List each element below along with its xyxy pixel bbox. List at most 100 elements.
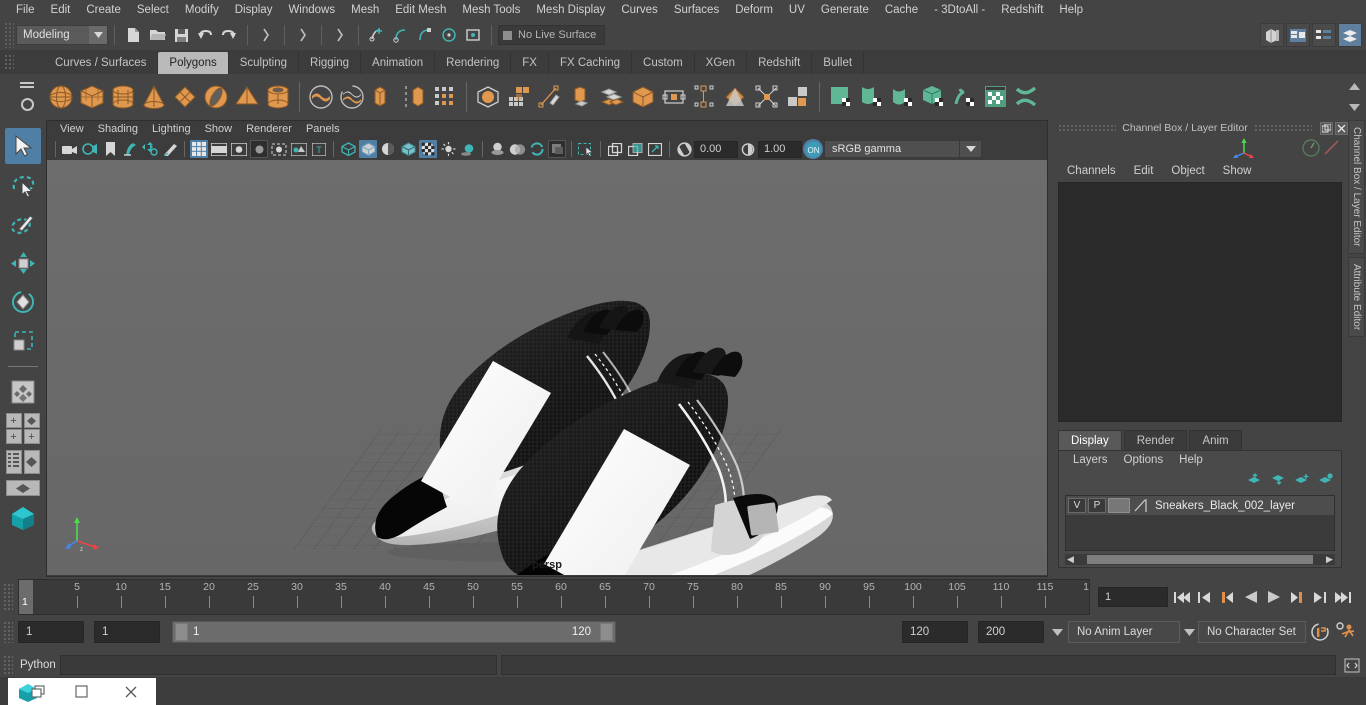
snap-to-point-icon[interactable] xyxy=(413,23,437,47)
channel-menu-object[interactable]: Object xyxy=(1162,160,1213,182)
layer-tab-display[interactable]: Display xyxy=(1058,430,1122,450)
layer-visibility-toggle[interactable]: V xyxy=(1068,498,1086,513)
channel-menu-show[interactable]: Show xyxy=(1214,160,1261,182)
poly-detach-icon[interactable] xyxy=(752,80,782,114)
shelf-tab-rendering[interactable]: Rendering xyxy=(435,52,512,74)
menu-mesh[interactable]: Mesh xyxy=(343,0,387,20)
exposure-field[interactable]: 0.00 xyxy=(694,140,738,158)
current-frame-field[interactable]: 1 xyxy=(1098,587,1168,607)
poly-reduce-icon[interactable] xyxy=(783,80,813,114)
gamma-field[interactable]: 1.00 xyxy=(758,140,802,158)
poly-pyramid-icon[interactable] xyxy=(232,80,262,114)
layer-list-horizontal-scrollbar[interactable]: ◀ ▶ xyxy=(1065,554,1335,565)
menu-cache[interactable]: Cache xyxy=(877,0,926,20)
poly-bridge-icon[interactable] xyxy=(628,80,658,114)
poly-target-weld-icon[interactable] xyxy=(690,80,720,114)
move-layer-up-icon[interactable] xyxy=(1246,473,1261,485)
vertical-tab-channel-box[interactable]: Channel Box / Layer Editor xyxy=(1348,120,1365,254)
shaded-wireframe-icon[interactable] xyxy=(379,140,397,158)
menu-file[interactable]: File xyxy=(8,0,43,20)
undo-icon[interactable] xyxy=(193,23,217,47)
menu-create[interactable]: Create xyxy=(78,0,129,20)
panel-drag-dots[interactable] xyxy=(1058,124,1117,132)
screen-space-ao-icon[interactable] xyxy=(488,140,506,158)
select-tool[interactable] xyxy=(4,128,41,164)
go-to-end-icon[interactable] xyxy=(1333,587,1352,607)
anim-layer-selector[interactable]: No Anim Layer xyxy=(1068,621,1180,643)
bookmarks-icon[interactable] xyxy=(101,140,119,158)
viewport-menu-panels[interactable]: Panels xyxy=(299,121,347,138)
layer-name[interactable]: Sneakers_Black_002_layer xyxy=(1149,500,1295,512)
poly-booleans-difference-icon[interactable] xyxy=(337,80,367,114)
scale-tool[interactable] xyxy=(5,323,41,359)
panel-title-bar[interactable]: Channel Box / Layer Editor xyxy=(1052,120,1348,136)
shelf-tab-fx-caching[interactable]: FX Caching xyxy=(548,52,633,74)
time-slider-grip[interactable] xyxy=(3,583,13,611)
poly-merge-icon[interactable] xyxy=(659,80,689,114)
auto-key-icon[interactable] xyxy=(1308,620,1332,644)
shelf-grip[interactable] xyxy=(4,54,14,70)
step-forward-key-icon[interactable] xyxy=(1287,587,1306,607)
show-hide-tool-settings-icon[interactable] xyxy=(1312,23,1336,47)
poly-cube-icon[interactable] xyxy=(77,80,107,114)
image-plane-icon[interactable] xyxy=(121,140,139,158)
create-layer-from-selected-icon[interactable] xyxy=(1318,473,1333,485)
range-slider-track[interactable]: 1 120 xyxy=(172,621,616,643)
shelf-options-corner[interactable] xyxy=(0,74,44,120)
color-management-selector[interactable]: sRGB gamma xyxy=(824,140,960,158)
hypershade-layout[interactable] xyxy=(5,480,40,496)
lasso-select-tool[interactable] xyxy=(5,167,41,203)
use-all-lights-icon[interactable] xyxy=(439,140,457,158)
color-management-toggle-icon[interactable]: ON xyxy=(803,139,823,159)
playback-start-time-field[interactable]: 1 xyxy=(94,621,160,643)
layer-color-swatch[interactable] xyxy=(1108,498,1130,513)
step-back-frame-icon[interactable] xyxy=(1195,587,1214,607)
character-set-selector[interactable]: No Character Set xyxy=(1198,621,1306,643)
maximize-icon[interactable] xyxy=(57,678,106,705)
shelf-tab-curves-surfaces[interactable]: Curves / Surfaces xyxy=(44,52,159,74)
command-line-grip[interactable] xyxy=(3,655,13,675)
gate-mask-icon[interactable] xyxy=(250,140,268,158)
xray-icon[interactable] xyxy=(290,140,308,158)
snap-to-projected-center-icon[interactable] xyxy=(437,23,461,47)
layout-cell-persp[interactable] xyxy=(23,413,40,428)
show-hide-modeling-toolkit-icon[interactable] xyxy=(1260,23,1284,47)
create-empty-layer-icon[interactable] xyxy=(1294,473,1309,485)
status-line-grip[interactable] xyxy=(4,22,14,48)
layer-menu-options[interactable]: Options xyxy=(1116,451,1172,469)
two-view-layout[interactable]: + + xyxy=(5,429,40,444)
camera-attributes-icon[interactable] xyxy=(81,140,99,158)
viewport-menu-lighting[interactable]: Lighting xyxy=(145,121,198,138)
menu-edit[interactable]: Edit xyxy=(43,0,79,20)
layout-cell-hypershade[interactable] xyxy=(5,480,40,496)
layer-tab-anim[interactable]: Anim xyxy=(1189,430,1242,450)
channel-menu-channels[interactable]: Channels xyxy=(1058,160,1125,182)
panel-snapshot-icon[interactable] xyxy=(626,140,644,158)
uv-checker-icon[interactable] xyxy=(981,80,1011,114)
undock-icon[interactable] xyxy=(1320,121,1333,135)
poly-separate-icon[interactable] xyxy=(399,80,429,114)
poly-pipe-icon[interactable] xyxy=(263,80,293,114)
uv-editor-icon[interactable] xyxy=(826,80,856,114)
wireframe-icon[interactable] xyxy=(339,140,357,158)
shelf-tab-animation[interactable]: Animation xyxy=(361,52,436,74)
four-view-layout[interactable]: + xyxy=(5,413,40,428)
persp-outliner-layout[interactable] xyxy=(5,450,40,474)
panel-drag-dots-right[interactable] xyxy=(1253,124,1312,132)
paint-select-tool[interactable] xyxy=(5,206,41,242)
depth-of-field-icon[interactable] xyxy=(548,140,566,158)
go-to-start-icon[interactable] xyxy=(1172,587,1191,607)
animation-start-time-field[interactable]: 1 xyxy=(18,621,84,643)
save-scene-icon[interactable] xyxy=(169,23,193,47)
uv-unfold-icon[interactable] xyxy=(1012,80,1042,114)
panel-zoom-icon[interactable] xyxy=(646,140,664,158)
layer-menu-layers[interactable]: Layers xyxy=(1065,451,1116,469)
maya-app-icon[interactable] xyxy=(8,678,57,705)
poly-bevel-icon[interactable] xyxy=(597,80,627,114)
open-scene-icon[interactable] xyxy=(145,23,169,47)
step-forward-frame-icon[interactable] xyxy=(1310,587,1329,607)
show-hide-channel-box-icon[interactable] xyxy=(1338,23,1362,47)
poly-multi-cut-tool-icon[interactable] xyxy=(535,80,565,114)
layer-menu-help[interactable]: Help xyxy=(1171,451,1211,469)
character-set-chevron-down-icon[interactable] xyxy=(1182,624,1196,640)
